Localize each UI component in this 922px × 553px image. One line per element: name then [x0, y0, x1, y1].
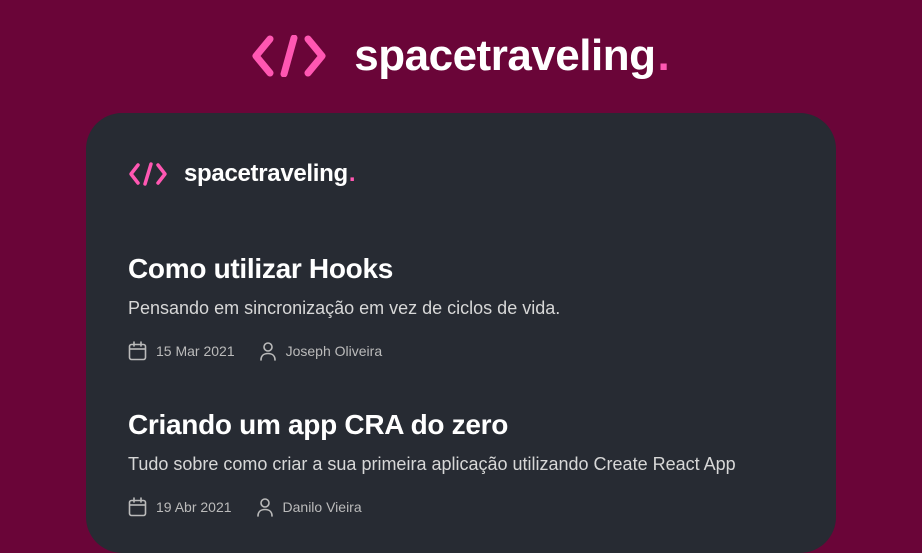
post-author: Joseph Oliveira — [259, 341, 383, 361]
post-date: 19 Abr 2021 — [128, 497, 232, 517]
post-subtitle: Pensando em sincronização em vez de cicl… — [128, 298, 561, 318]
post-author-text: Danilo Vieira — [282, 499, 362, 515]
code-brackets-icon — [128, 162, 168, 186]
post-author-text: Joseph Oliveira — [285, 343, 383, 359]
hero-brand-text: spacetraveling . — [354, 31, 669, 81]
card-header-logo[interactable]: spacetraveling . — [128, 160, 356, 188]
hero-logo: spacetraveling . — [252, 31, 670, 81]
post-title[interactable]: Criando um app CRA do zero — [128, 408, 818, 442]
post-meta: 19 Abr 2021 Danilo Vieira — [128, 497, 818, 517]
post-date-text: 19 Abr 2021 — [156, 499, 232, 515]
post-date: 15 Mar 2021 — [128, 341, 235, 361]
post-meta: 15 Mar 2021 Joseph Oliveira — [128, 341, 818, 361]
card-brand-name: spacetraveling — [184, 160, 348, 187]
hero-banner: spacetraveling . — [0, 0, 922, 112]
post-item[interactable]: Criando um app CRA do zero Tudo sobre co… — [128, 408, 818, 517]
hero-brand-name: spacetraveling — [354, 31, 656, 80]
calendar-icon — [128, 341, 147, 361]
post-author: Danilo Vieira — [256, 497, 362, 517]
calendar-icon — [128, 497, 147, 517]
code-brackets-icon — [252, 35, 326, 77]
user-icon — [259, 341, 277, 361]
post-item[interactable]: Como utilizar Hooks Pensando em sincroni… — [128, 252, 818, 361]
post-subtitle: Tudo sobre como criar a sua primeira apl… — [128, 454, 736, 474]
hero-brand-dot: . — [657, 31, 670, 80]
post-title[interactable]: Como utilizar Hooks — [128, 252, 818, 286]
post-date-text: 15 Mar 2021 — [156, 343, 235, 359]
user-icon — [256, 497, 274, 517]
card-brand-text: spacetraveling . — [184, 160, 356, 188]
card-brand-dot: . — [348, 160, 356, 187]
